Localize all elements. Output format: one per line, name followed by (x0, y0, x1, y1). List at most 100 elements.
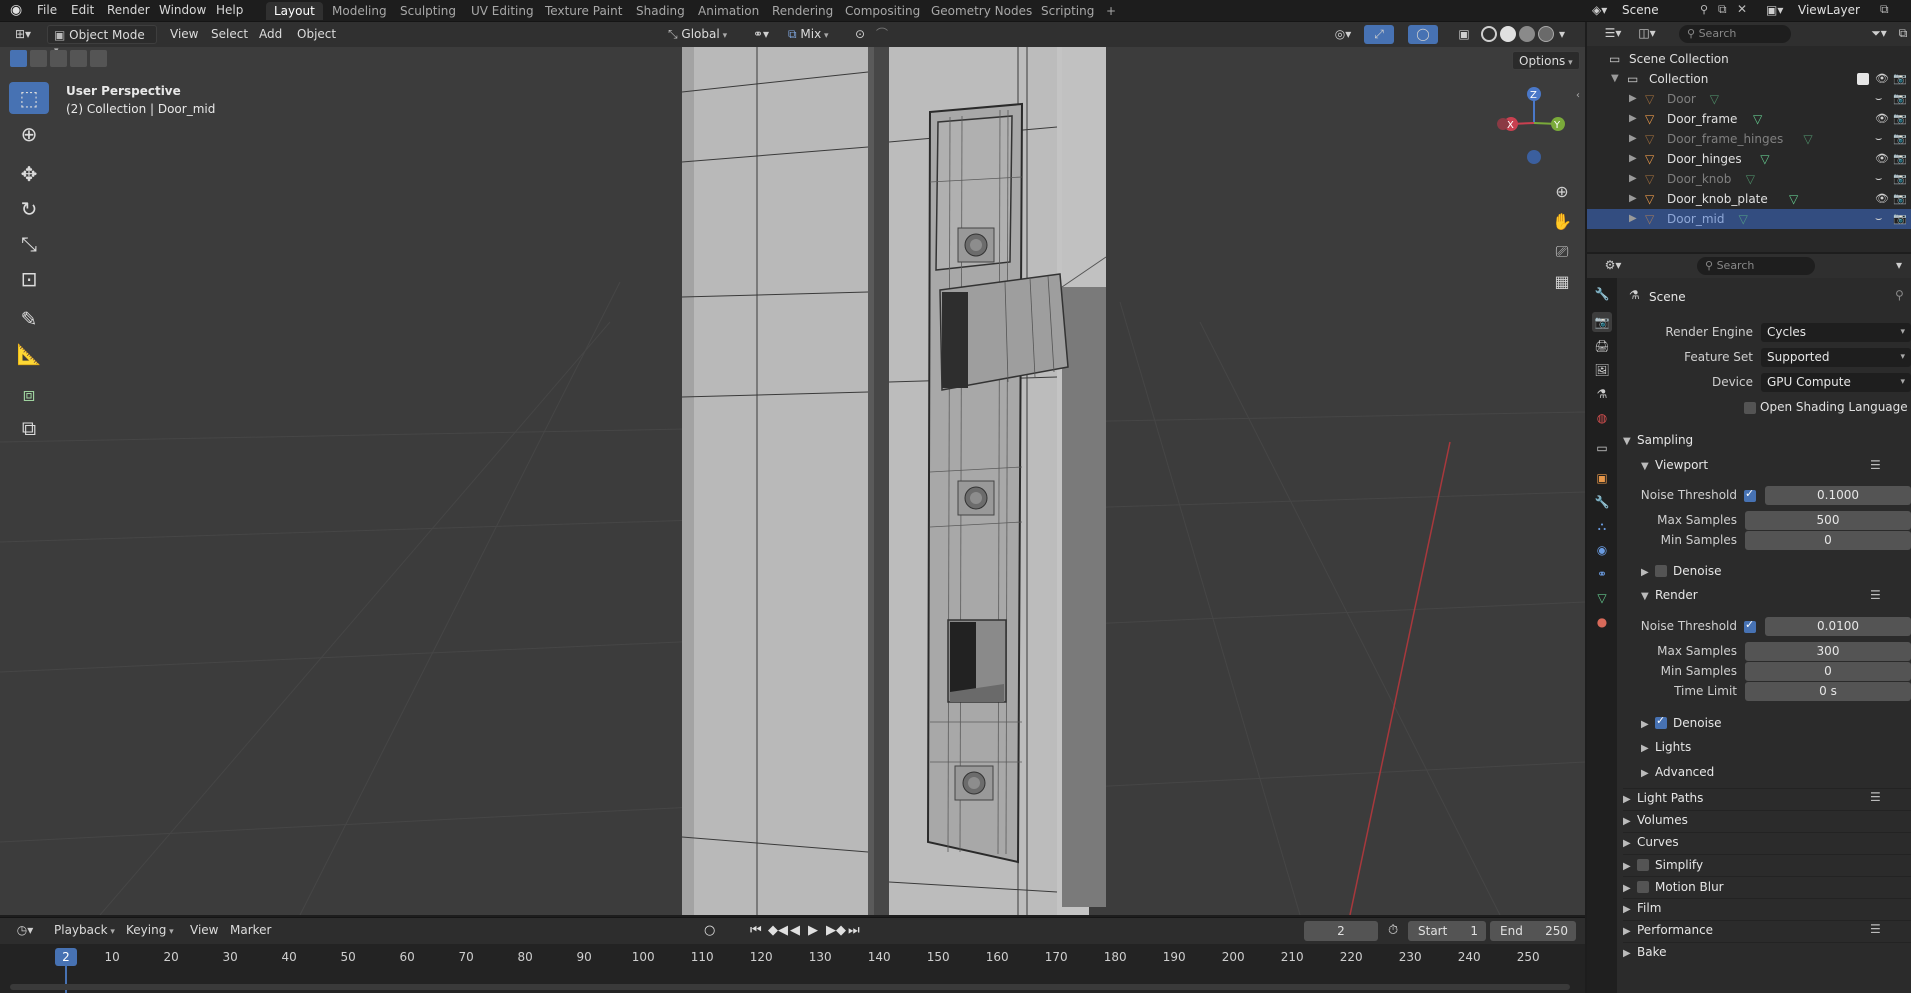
eye-icon[interactable]: 👁 (1875, 69, 1889, 89)
outliner-search-box[interactable]: ⚲ Search (1679, 25, 1791, 43)
panel-header-motion-blur[interactable]: ▶ Motion Blur (1623, 876, 1911, 894)
vp-max-samples-field[interactable]: 500 (1745, 511, 1911, 530)
constraints-tab-icon[interactable]: ⚭ (1592, 564, 1612, 584)
camera-icon[interactable]: 📷 (1893, 189, 1907, 209)
r-noise-threshold-checkbox[interactable] (1744, 618, 1756, 633)
outliner-editor-type-icon[interactable]: ☰▾ (1599, 24, 1627, 43)
visibility-filter-icon[interactable]: ◎▾ (1328, 25, 1358, 44)
expand-icon[interactable]: ▶ (1629, 89, 1637, 109)
cursor-tool[interactable]: ⊕ (9, 118, 49, 150)
falloff-icon[interactable]: ⌒ (872, 25, 892, 44)
expand-icon[interactable]: ▶ (1629, 169, 1637, 189)
vp-denoise-subpanel-header[interactable]: ▶ Denoise (1641, 563, 1911, 578)
panel-checkbox[interactable] (1637, 881, 1649, 893)
start-frame-field[interactable]: Start 1 (1408, 921, 1486, 941)
view-layer-tab-icon[interactable]: 🖼 (1592, 360, 1612, 380)
new-scene-icon[interactable]: ⧉ (1718, 2, 1727, 17)
prev-keyframe-icon[interactable]: ◆◀ (768, 923, 788, 938)
select-new-icon[interactable] (10, 50, 27, 67)
view-layer-icon[interactable]: ▣▾ (1766, 3, 1783, 17)
rendered-shading-icon[interactable] (1538, 26, 1554, 42)
r-min-samples-field[interactable]: 0 (1745, 662, 1911, 681)
scene-selector-icon[interactable]: ◈▾ (1592, 3, 1607, 17)
mesh-data-icon[interactable]: ▽ (1803, 129, 1812, 149)
new-collection-icon[interactable]: ⧉ (1893, 24, 1911, 43)
editor-type-icon[interactable]: ⊞▾ (8, 25, 38, 44)
sidebar-toggle-icon[interactable]: ‹ (1576, 90, 1580, 101)
object-tab-icon[interactable]: ▣ (1592, 468, 1612, 488)
select-invert-icon[interactable] (70, 50, 87, 67)
outliner-item[interactable]: ▶ ▽ Door_knob_plate ▽ 👁 📷 (1587, 189, 1911, 209)
scene-tab-icon[interactable]: ⚗ (1592, 384, 1612, 404)
tab-shading[interactable]: Shading (628, 2, 693, 20)
shading-options-icon[interactable]: ▾ (1555, 25, 1569, 44)
delete-scene-icon[interactable]: ✕ (1737, 2, 1747, 16)
pin-scene-icon[interactable]: ⚲ (1700, 3, 1708, 16)
render-tab-icon[interactable]: 📷 (1592, 312, 1612, 332)
tab-geometry-nodes[interactable]: Geometry Nodes (923, 2, 1040, 20)
play-reverse-icon[interactable]: ◀ (790, 923, 800, 938)
menu-file[interactable]: File (37, 3, 57, 17)
tab-layout[interactable]: Layout (266, 2, 323, 20)
zoom-icon[interactable]: ⊕ (1548, 178, 1576, 206)
collection-checkbox[interactable] (1857, 73, 1869, 85)
ortho-grid-icon[interactable]: ▦ (1548, 268, 1576, 296)
sampling-panel-header[interactable]: ▼ Sampling (1623, 433, 1911, 447)
expand-icon[interactable]: ▶ (1629, 149, 1637, 169)
camera-icon[interactable]: 📷 (1893, 149, 1907, 169)
wireframe-shading-icon[interactable] (1481, 26, 1497, 42)
expand-icon[interactable]: ▶ (1629, 129, 1637, 149)
mesh-data-icon[interactable]: ▽ (1739, 209, 1748, 229)
pin-icon[interactable]: ⚲ (1895, 288, 1904, 302)
world-tab-icon[interactable]: ◍ (1592, 408, 1612, 428)
tab-animation[interactable]: Animation (690, 2, 767, 20)
timeline-editor[interactable]: ◷▾ Playback ▾ Keying ▾ View Marker ○ ⏮ ◆… (0, 917, 1585, 993)
data-tab-icon[interactable]: ▽ (1592, 588, 1612, 608)
panel-header-bake[interactable]: ▶ Bake (1623, 942, 1911, 959)
r-denoise-checkbox[interactable] (1655, 714, 1667, 729)
tab-sculpting[interactable]: Sculpting (392, 2, 464, 20)
annotate-tool[interactable]: ✎ (9, 303, 49, 335)
measure-tool[interactable]: 📐 (9, 338, 49, 370)
timeline-ruler[interactable]: 10 20 30 40 50 60 70 80 90 100 110 120 130 140 150 160 1… (0, 944, 1585, 993)
panel-header-volumes[interactable]: ▶ Volumes (1623, 810, 1911, 827)
panel-header-simplify[interactable]: ▶ Simplify (1623, 854, 1911, 872)
eye-icon[interactable]: 👁 (1875, 149, 1889, 169)
mesh-data-icon[interactable]: ▽ (1710, 89, 1719, 109)
panel-checkbox[interactable] (1637, 859, 1649, 871)
mode-selector[interactable]: ▣ Object Mode ▾ (47, 25, 157, 56)
r-time-limit-field[interactable]: 0 s (1745, 682, 1911, 701)
device-dropdown[interactable]: GPU Compute ▾ (1761, 373, 1911, 392)
presets-list-icon[interactable]: ☰ (1870, 922, 1881, 936)
properties-search-box[interactable]: ⚲ Search (1697, 257, 1815, 275)
expand-icon[interactable]: ▶ (1629, 209, 1637, 229)
menu-window[interactable]: Window (159, 3, 206, 17)
add-cube-tool[interactable]: ⧈ (9, 378, 49, 410)
select-box-tool[interactable]: ⬚ (9, 82, 49, 114)
timeline-scrollbar[interactable] (10, 984, 1570, 990)
select-intersect-icon[interactable] (90, 50, 107, 67)
menu-object[interactable]: Object (291, 25, 342, 44)
display-mode-icon[interactable]: ◫▾ (1633, 24, 1661, 43)
menu-view[interactable]: View (164, 25, 204, 44)
transform-orientation[interactable]: ⤡ Global ▾ (662, 25, 733, 44)
timeline-editor-type-icon[interactable]: ◷▾ (10, 921, 40, 940)
blender-logo-icon[interactable]: ◉ (10, 2, 22, 18)
outliner-item[interactable]: ▶ ▽ Door ▽ ⌣ 📷 (1587, 89, 1911, 109)
menu-render[interactable]: Render (107, 3, 150, 17)
move-tool[interactable]: ✥ (9, 158, 49, 190)
eye-closed-icon[interactable]: ⌣ (1875, 169, 1882, 189)
output-tab-icon[interactable]: 🖨 (1592, 336, 1612, 356)
panel-header-light-paths[interactable]: ▶ Light Paths (1623, 788, 1911, 805)
add-workspace-button[interactable]: + (1098, 2, 1124, 20)
new-view-layer-icon[interactable]: ⧉ (1880, 2, 1889, 17)
panel-header-performance[interactable]: ▶ Performance (1623, 920, 1911, 937)
properties-options-icon[interactable]: ▾ (1889, 256, 1909, 275)
play-icon[interactable]: ▶ (808, 923, 818, 938)
menu-help[interactable]: Help (216, 3, 243, 17)
eye-closed-icon[interactable]: ⌣ (1875, 209, 1882, 229)
expand-icon[interactable]: ▶ (1629, 109, 1637, 129)
pan-hand-icon[interactable]: ✋ (1548, 208, 1576, 236)
tab-compositing[interactable]: Compositing (837, 2, 928, 20)
lights-subpanel-header[interactable]: ▶ Lights (1641, 740, 1911, 754)
